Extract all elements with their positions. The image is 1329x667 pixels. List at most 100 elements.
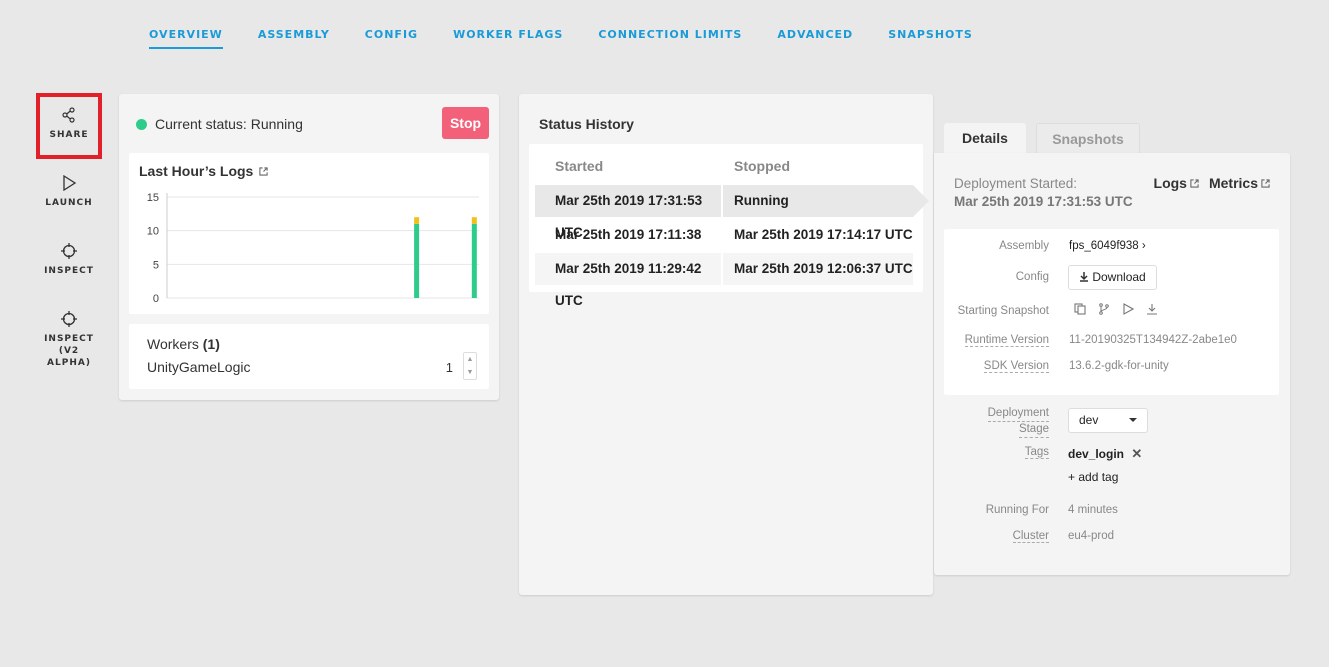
tab-snapshots[interactable]: Snapshots <box>1036 123 1140 153</box>
deployment-started-label: Deployment Started: <box>954 176 1078 191</box>
metrics-link-text: Metrics <box>1208 175 1258 191</box>
sidebar: SHARE LAUNCH INSPECT INSPECT (V2 ALPHA) <box>36 93 102 379</box>
tab-assembly[interactable]: ASSEMBLY <box>258 28 330 49</box>
workers-title-text: Workers <box>147 336 199 352</box>
tab-worker-flags[interactable]: WORKER FLAGS <box>453 28 563 49</box>
download-icon[interactable] <box>1146 303 1158 315</box>
launch-button[interactable]: LAUNCH <box>38 163 100 225</box>
remove-tag-icon[interactable]: ✕ <box>1131 446 1142 461</box>
status-history-card: Status History Started Stopped Mar 25th … <box>519 94 933 595</box>
history-table: Started Stopped Mar 25th 2019 17:31:53 U… <box>529 144 929 308</box>
worker-count-value[interactable]: 1 <box>446 360 453 375</box>
logs-link-text: Logs <box>1153 175 1187 191</box>
deployment-stage-select[interactable]: dev <box>1068 408 1148 433</box>
config-label: Config <box>1015 271 1049 283</box>
deployment-stage-value: dev <box>1079 413 1099 427</box>
cluster-label: Cluster <box>1012 530 1049 543</box>
history-header-row: Started Stopped <box>535 150 913 182</box>
current-status: Current status: Running <box>136 116 303 132</box>
history-header-stopped: Stopped <box>734 158 790 174</box>
inspect-label: INSPECT <box>44 266 94 276</box>
launch-label: LAUNCH <box>45 198 93 208</box>
history-stopped: Running <box>723 185 913 217</box>
top-nav: OVERVIEW ASSEMBLY CONFIG WORKER FLAGS CONNEC… <box>149 28 1008 49</box>
crosshair-icon <box>61 243 77 259</box>
status-dot <box>136 118 147 130</box>
assembly-link[interactable]: fps_6049f938 › <box>1069 240 1146 252</box>
history-header-started: Started <box>555 158 604 174</box>
copy-icon[interactable] <box>1074 303 1086 315</box>
tab-advanced[interactable]: ADVANCED <box>777 28 853 49</box>
download-icon <box>1080 272 1088 282</box>
inspect-v2-label: INSPECT (V2 ALPHA) <box>44 334 94 368</box>
workers-title: Workers (1) <box>147 336 220 352</box>
inspect-button[interactable]: INSPECT <box>38 231 100 293</box>
add-tag-button[interactable]: + add tag <box>1068 470 1118 484</box>
table-row[interactable]: Mar 25th 2019 17:11:38 UTC Mar 25th 2019… <box>535 219 913 274</box>
tab-details[interactable]: Details <box>944 123 1026 153</box>
deployment-started-value: Mar 25th 2019 17:31:53 UTC <box>954 194 1133 209</box>
tab-config[interactable]: CONFIG <box>365 28 418 49</box>
logs-link[interactable]: Logs <box>1154 175 1199 191</box>
tags-label: Tags <box>1024 446 1049 459</box>
deployment-stage-label-line2: Stage <box>1018 422 1049 438</box>
chart-bar <box>471 217 477 224</box>
tab-overview[interactable]: OVERVIEW <box>149 28 223 49</box>
table-row[interactable]: Mar 25th 2019 17:31:53 UTC Running <box>535 185 929 240</box>
deployment-started: Deployment Started: Mar 25th 2019 17:31:… <box>954 175 1133 211</box>
workers-panel: Workers (1) UnityGameLogic 1 ▲ ▼ <box>129 324 489 389</box>
y-tick-label: 15 <box>147 192 159 204</box>
deployment-stage-label-line1: Deployment <box>987 406 1049 422</box>
history-title: Status History <box>539 116 634 132</box>
tag-text: dev_login <box>1068 447 1125 461</box>
download-button[interactable]: Download <box>1068 265 1157 290</box>
details-card: Deployment Started: Mar 25th 2019 17:31:… <box>934 153 1290 575</box>
chevron-down-icon <box>1129 418 1137 422</box>
crosshair-icon <box>61 311 77 327</box>
share-icon <box>62 107 75 123</box>
assembly-label: Assembly <box>999 240 1049 252</box>
metrics-link[interactable]: Metrics <box>1209 175 1270 191</box>
status-text: Current status: Running <box>155 116 303 132</box>
download-label: Download <box>1092 270 1146 284</box>
history-started: Mar 25th 2019 17:31:53 UTC <box>535 185 723 240</box>
chart-bar <box>414 217 420 224</box>
history-stopped: Mar 25th 2019 17:14:17 UTC <box>734 227 913 242</box>
row-arrow <box>913 185 929 217</box>
tab-snapshots[interactable]: SNAPSHOTS <box>888 28 973 49</box>
external-link-icon <box>1190 179 1199 188</box>
status-card: Current status: Running Stop Last Hour’s… <box>119 94 499 400</box>
chart-bar <box>414 223 420 298</box>
tag-chip: dev_login ✕ <box>1068 446 1142 462</box>
history-started: Mar 25th 2019 17:11:38 UTC <box>555 227 702 274</box>
runtime-version-label: Runtime Version <box>964 334 1049 347</box>
details-info-panel: Assembly fps_6049f938 › Config Download … <box>944 229 1279 395</box>
inspect-v2-button[interactable]: INSPECT (V2 ALPHA) <box>38 299 100 379</box>
workers-count: (1) <box>202 336 220 352</box>
play-icon <box>63 175 77 191</box>
y-tick-label: 10 <box>147 226 159 238</box>
play-icon[interactable] <box>1122 303 1134 315</box>
running-for-label: Running For <box>985 504 1049 516</box>
worker-count-stepper[interactable]: ▲ ▼ <box>463 352 477 380</box>
history-stopped: Mar 25th 2019 12:06:37 UTC <box>723 253 913 285</box>
snapshot-actions <box>1074 303 1158 315</box>
stepper-up-icon[interactable]: ▲ <box>467 356 474 363</box>
share-label: SHARE <box>49 130 89 140</box>
table-row[interactable]: Mar 25th 2019 11:29:42 UTC Mar 25th 2019… <box>535 253 913 308</box>
y-tick-label: 0 <box>153 293 159 305</box>
tab-connection-limits[interactable]: CONNECTION LIMITS <box>598 28 742 49</box>
share-button[interactable]: SHARE <box>36 93 102 159</box>
logs-panel: Last Hour’s Logs 15 10 5 0 <box>129 153 489 314</box>
branch-icon[interactable] <box>1098 303 1110 315</box>
sdk-version-value: 13.6.2-gdk-for-unity <box>1069 360 1169 372</box>
worker-name: UnityGameLogic <box>147 359 251 375</box>
deployment-stage-label: Deployment Stage <box>987 406 1049 438</box>
chart-bar <box>471 223 477 298</box>
starting-snapshot-label: Starting Snapshot <box>957 305 1049 317</box>
stop-button[interactable]: Stop <box>442 107 489 139</box>
running-for-value: 4 minutes <box>1068 504 1118 516</box>
stepper-down-icon[interactable]: ▼ <box>467 369 474 376</box>
external-link-icon <box>1261 179 1270 188</box>
external-links: Logs Metrics <box>1154 175 1270 191</box>
